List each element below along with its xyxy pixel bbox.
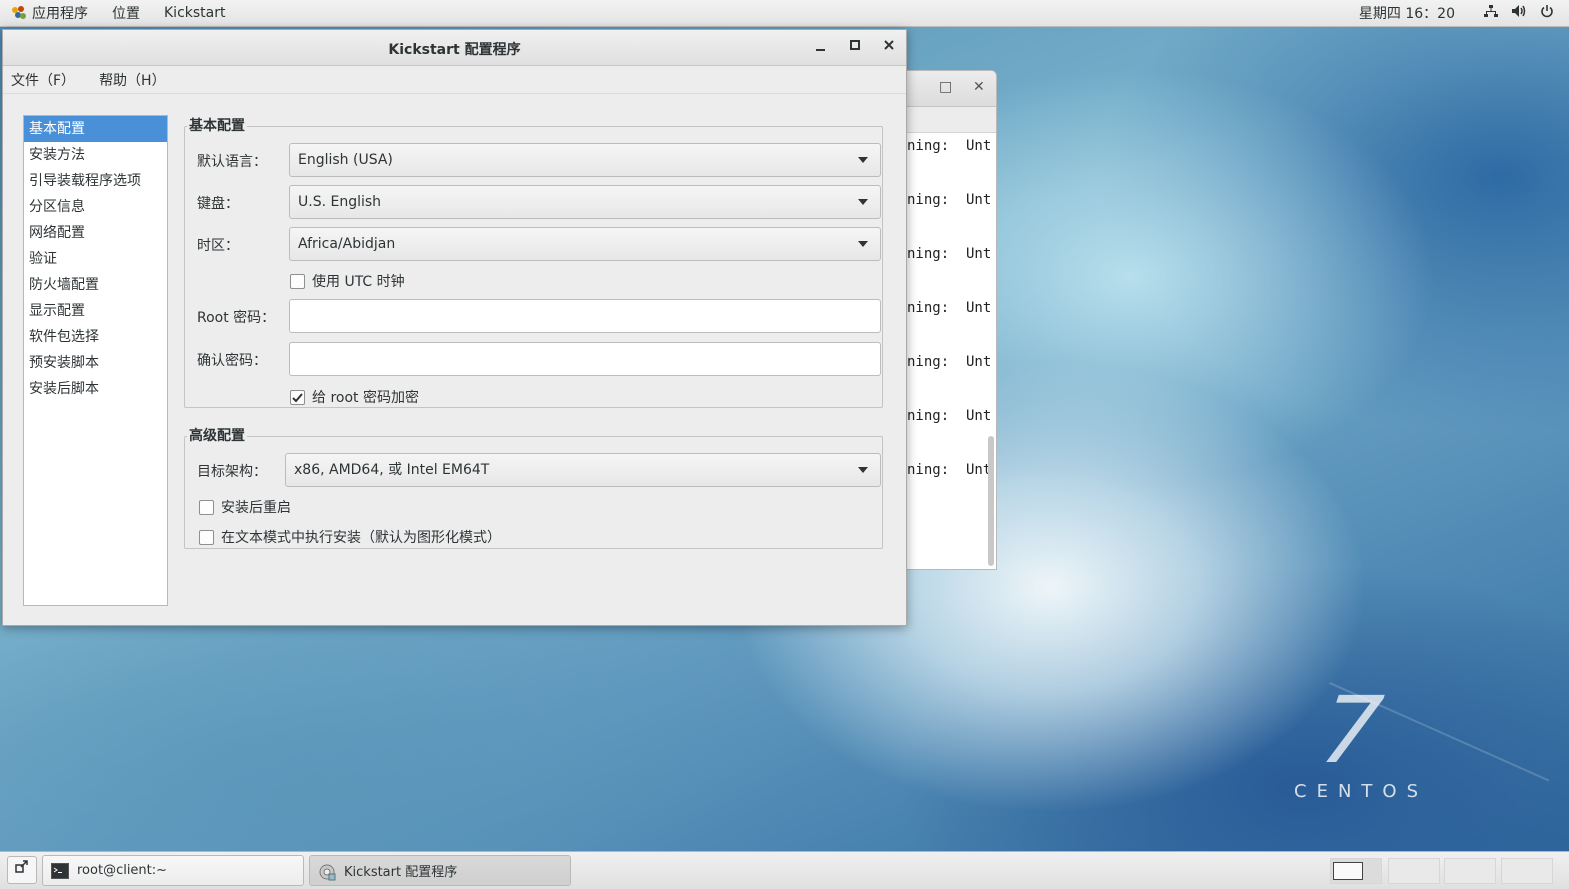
wallpaper-brand: CENTOS	[1294, 781, 1428, 802]
menu-file[interactable]: 文件（F）	[3, 70, 83, 90]
terminal-icon	[51, 862, 69, 879]
language-label: 默认语言：	[197, 154, 267, 170]
encrypt-checkbox[interactable]	[290, 389, 305, 405]
window-title: Kickstart 配置程序	[388, 42, 521, 58]
maximize-button[interactable]	[845, 38, 865, 58]
encrypt-password-option[interactable]: 给 root 密码加密	[290, 387, 419, 407]
sidebar-item-network[interactable]: 网络配置	[24, 220, 167, 246]
network-icon[interactable]	[1477, 4, 1505, 22]
sidebar-item-bootloader[interactable]: 引导装载程序选项	[24, 168, 167, 194]
terminal-output: ning: Unt ning: Unt ning: Unt ning: Unt …	[907, 137, 991, 515]
terminal-scrollbar[interactable]	[988, 436, 994, 566]
language-value: English (USA)	[298, 152, 393, 168]
arch-value: x86, AMD64, 或 Intel EM64T	[294, 462, 490, 478]
minimize-button[interactable]	[811, 38, 831, 58]
terminal-close-icon[interactable]: ✕	[973, 79, 985, 95]
power-icon[interactable]	[1533, 4, 1561, 22]
text-mode-option[interactable]: 在文本模式中执行安装（默认为图形化模式）	[199, 527, 501, 547]
utc-clock-option[interactable]: 使用 UTC 时钟	[290, 271, 405, 291]
chevron-down-icon	[858, 467, 868, 473]
show-desktop-icon	[15, 860, 28, 873]
reboot-option[interactable]: 安装后重启	[199, 497, 291, 517]
applications-icon	[12, 6, 26, 20]
advanced-config-group: 高级配置 目标架构： x86, AMD64, 或 Intel EM64T 安装后…	[184, 425, 883, 549]
sidebar-item-partition[interactable]: 分区信息	[24, 194, 167, 220]
show-desktop-button[interactable]	[7, 856, 37, 884]
taskbar-kickstart[interactable]: Kickstart 配置程序	[309, 855, 571, 886]
language-combo[interactable]: English (USA)	[289, 143, 881, 177]
chevron-down-icon	[858, 241, 868, 247]
sidebar-item-firewall[interactable]: 防火墙配置	[24, 272, 167, 298]
confirm-password-label: 确认密码：	[197, 353, 267, 369]
arch-label: 目标架构：	[197, 464, 267, 480]
workspace-1[interactable]	[1330, 858, 1382, 884]
maximize-icon	[850, 40, 860, 50]
terminal-maximize-icon[interactable]: □	[939, 79, 952, 95]
volume-icon[interactable]	[1505, 4, 1533, 22]
close-button[interactable]	[879, 38, 899, 58]
arch-combo[interactable]: x86, AMD64, 或 Intel EM64T	[285, 453, 881, 487]
sidebar-item-pre-script[interactable]: 预安装脚本	[24, 350, 167, 376]
terminal-line: ning: Unt	[907, 300, 992, 316]
terminal-line: ning: Unt	[907, 354, 992, 370]
sidebar-item-basic-config[interactable]: 基本配置	[24, 116, 167, 142]
kickstart-app-icon	[318, 863, 336, 880]
sidebar-item-install-method[interactable]: 安装方法	[24, 142, 167, 168]
confirm-password-input[interactable]	[289, 342, 881, 376]
clock[interactable]: 星期四 16：20	[1359, 3, 1455, 23]
text-mode-checkbox[interactable]	[199, 529, 214, 545]
places-label: 位置	[112, 6, 140, 22]
keyboard-value: U.S. English	[298, 194, 382, 210]
reboot-checkbox[interactable]	[199, 499, 214, 515]
advanced-config-title: 高级配置	[187, 425, 247, 445]
timezone-value: Africa/Abidjan	[298, 236, 396, 252]
app-menu[interactable]: Kickstart	[152, 0, 237, 27]
taskbar-terminal[interactable]: root@client:~	[42, 855, 304, 886]
window-titlebar[interactable]: Kickstart 配置程序	[3, 30, 906, 66]
chevron-down-icon	[858, 199, 868, 205]
bottom-panel: root@client:~ Kickstart 配置程序	[0, 851, 1569, 889]
terminal-line: ning: Unt	[907, 462, 992, 478]
minimize-icon	[816, 49, 825, 51]
terminal-line: ning: Unt	[907, 192, 992, 208]
root-password-input[interactable]	[289, 299, 881, 333]
text-mode-label: 在文本模式中执行安装（默认为图形化模式）	[221, 530, 501, 546]
encrypt-label: 给 root 密码加密	[312, 390, 419, 406]
taskbar-kickstart-label: Kickstart 配置程序	[344, 865, 458, 880]
workspace-4[interactable]	[1501, 858, 1553, 884]
basic-config-group: 基本配置 默认语言： English (USA) 键盘： U.S. Englis…	[184, 115, 883, 408]
top-panel: 应用程序 位置 Kickstart 星期四 16：20	[0, 0, 1569, 27]
root-password-label: Root 密码：	[197, 310, 276, 326]
menubar: 文件（F） 帮助（H）	[3, 66, 906, 94]
sidebar-item-authentication[interactable]: 验证	[24, 246, 167, 272]
keyboard-label: 键盘：	[197, 196, 239, 212]
places-menu[interactable]: 位置	[100, 0, 152, 27]
timezone-label: 时区：	[197, 238, 239, 254]
taskbar-terminal-label: root@client:~	[77, 863, 168, 878]
timezone-combo[interactable]: Africa/Abidjan	[289, 227, 881, 261]
utc-label: 使用 UTC 时钟	[312, 274, 405, 290]
keyboard-combo[interactable]: U.S. English	[289, 185, 881, 219]
terminal-line: ning: Unt	[907, 408, 992, 424]
basic-config-title: 基本配置	[187, 115, 247, 135]
applications-menu[interactable]: 应用程序	[0, 0, 100, 27]
terminal-line: ning: Unt	[907, 246, 992, 262]
applications-label: 应用程序	[32, 6, 88, 22]
workspace-window-thumbnail	[1333, 862, 1363, 880]
sidebar-item-post-script[interactable]: 安装后脚本	[24, 376, 167, 402]
app-menu-label: Kickstart	[164, 5, 226, 21]
sidebar-item-packages[interactable]: 软件包选择	[24, 324, 167, 350]
kickstart-window: Kickstart 配置程序 文件（F） 帮助（H） 基本配置 安装方法 引导装…	[2, 29, 907, 626]
reboot-label: 安装后重启	[221, 500, 291, 516]
terminal-line: ning: Unt	[907, 138, 992, 154]
chevron-down-icon	[858, 157, 868, 163]
close-icon	[884, 40, 894, 50]
sidebar-item-display[interactable]: 显示配置	[24, 298, 167, 324]
utc-checkbox[interactable]	[290, 273, 305, 289]
menu-help[interactable]: 帮助（H）	[91, 70, 174, 90]
workspace-2[interactable]	[1388, 858, 1440, 884]
category-list: 基本配置 安装方法 引导装载程序选项 分区信息 网络配置 验证 防火墙配置 显示…	[23, 115, 168, 606]
workspace-3[interactable]	[1444, 858, 1496, 884]
checkmark-icon	[292, 392, 303, 402]
